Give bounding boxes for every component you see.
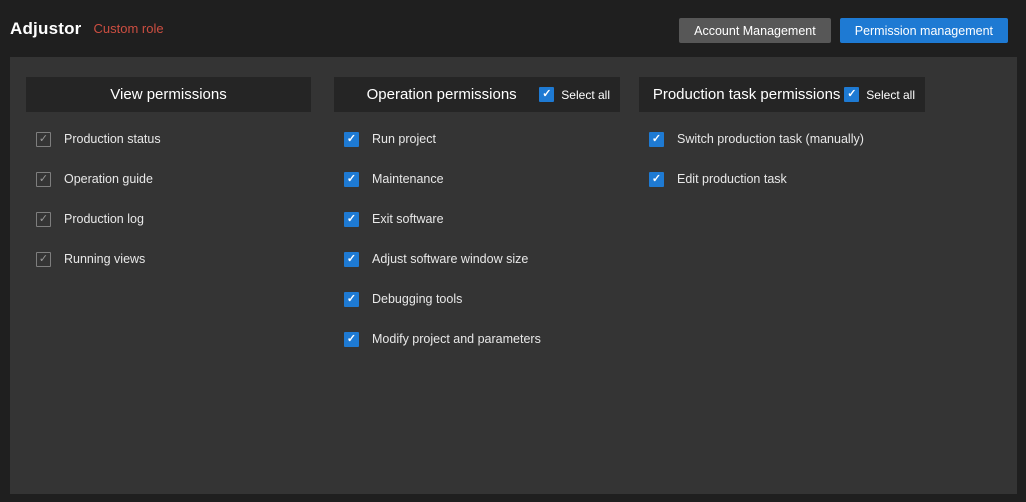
permission-row[interactable]: ✓ Exit software	[334, 199, 620, 239]
column-title: View permissions	[36, 86, 301, 103]
column-header-bar: View permissions	[26, 77, 311, 112]
permission-row: ✓ Operation guide	[26, 159, 311, 199]
permissions-column: Production task permissions✓Select all✓S…	[639, 77, 925, 199]
checkbox-checked-icon[interactable]: ✓	[539, 87, 554, 102]
permission-row: ✓ Running views	[26, 239, 311, 279]
permission-label: Production log	[64, 212, 144, 226]
checkbox-checked-disabled-icon: ✓	[36, 172, 51, 187]
page-title: Adjustor	[10, 19, 81, 39]
permissions-panel: View permissions✓Production status✓Opera…	[10, 57, 1017, 494]
column-header-bar: Production task permissions✓ Select all	[639, 77, 925, 112]
tab-permission-management[interactable]: Permission management	[840, 18, 1008, 43]
checkbox-checked-icon[interactable]: ✓	[649, 132, 664, 147]
permission-label: Debugging tools	[372, 292, 462, 306]
permission-rows: ✓ Production status ✓ Operation guide ✓ Produ…	[26, 112, 311, 279]
checkbox-checked-disabled-icon: ✓	[36, 132, 51, 147]
permission-row[interactable]: ✓ Run project	[334, 119, 620, 159]
column-header-bar: Operation permissions✓ Select all	[334, 77, 620, 112]
select-all-label: Select all	[561, 88, 610, 102]
checkbox-checked-disabled-icon: ✓	[36, 212, 51, 227]
permission-rows: ✓ Run project ✓ Maintenance ✓ Exit software ✓ A…	[334, 112, 620, 359]
permission-label: Running views	[64, 252, 145, 266]
permissions-column: View permissions ✓ Production status ✓ Opera…	[26, 77, 311, 279]
select-all-control[interactable]: ✓ Select all	[844, 87, 915, 102]
checkbox-checked-icon[interactable]: ✓	[344, 332, 359, 347]
permission-label: Production status	[64, 132, 161, 146]
permissions-column: Operation permissions✓Select all✓Run pro…	[334, 77, 620, 359]
permission-row[interactable]: ✓ Modify project and parameters	[334, 319, 620, 359]
role-subtitle: Custom role	[93, 21, 163, 36]
permission-label: Edit production task	[677, 172, 787, 186]
permission-label: Run project	[372, 132, 436, 146]
permission-label: Operation guide	[64, 172, 153, 186]
permission-label: Exit software	[372, 212, 444, 226]
tab-account-management[interactable]: Account Management	[679, 18, 831, 43]
permission-label: Modify project and parameters	[372, 332, 541, 346]
permission-row[interactable]: ✓ Adjust software window size	[334, 239, 620, 279]
select-all-label: Select all	[866, 88, 915, 102]
permission-row: ✓ Production status	[26, 119, 311, 159]
checkbox-checked-icon[interactable]: ✓	[344, 132, 359, 147]
checkbox-checked-icon[interactable]: ✓	[649, 172, 664, 187]
permission-label: Maintenance	[372, 172, 444, 186]
permission-row[interactable]: ✓ Switch production task (manually)	[639, 119, 925, 159]
permission-label: Switch production task (manually)	[677, 132, 864, 146]
permission-row: ✓ Production log	[26, 199, 311, 239]
permission-row[interactable]: ✓ Edit production task	[639, 159, 925, 199]
permission-row[interactable]: ✓ Maintenance	[334, 159, 620, 199]
permission-rows: ✓ Switch production task (manually) ✓ Edit …	[639, 112, 925, 199]
checkbox-checked-disabled-icon: ✓	[36, 252, 51, 267]
select-all-control[interactable]: ✓ Select all	[539, 87, 610, 102]
top-bar: Adjustor Custom role Account Management P…	[0, 0, 1026, 57]
checkbox-checked-icon[interactable]: ✓	[844, 87, 859, 102]
tab-group: Account Management Permission management	[679, 18, 1008, 43]
column-title: Operation permissions	[344, 86, 539, 103]
permission-label: Adjust software window size	[372, 252, 528, 266]
checkbox-checked-icon[interactable]: ✓	[344, 172, 359, 187]
permission-row[interactable]: ✓ Debugging tools	[334, 279, 620, 319]
checkbox-checked-icon[interactable]: ✓	[344, 292, 359, 307]
checkbox-checked-icon[interactable]: ✓	[344, 212, 359, 227]
column-title: Production task permissions	[649, 86, 844, 103]
checkbox-checked-icon[interactable]: ✓	[344, 252, 359, 267]
